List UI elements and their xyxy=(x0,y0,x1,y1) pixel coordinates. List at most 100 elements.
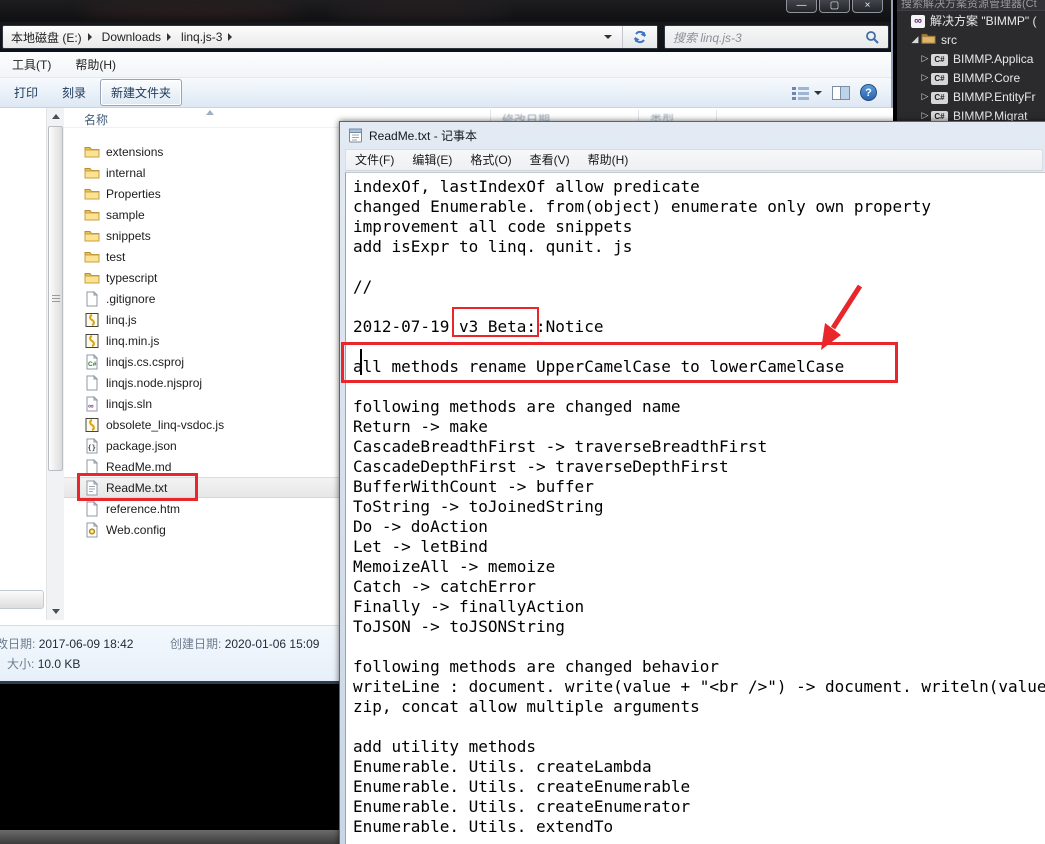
breadcrumb-separator-icon[interactable] xyxy=(87,33,92,41)
preview-pane-button[interactable] xyxy=(832,85,850,100)
folder-icon xyxy=(921,33,936,48)
solution-tree-item[interactable]: ▷ C# BIMMP.Applica xyxy=(897,49,1045,68)
page-icon xyxy=(86,290,99,306)
address-dropdown-icon[interactable] xyxy=(604,35,612,39)
solution-tree-item[interactable]: ▷ C# BIMMP.Core xyxy=(897,68,1045,87)
help-button[interactable]: ? xyxy=(860,84,877,101)
notepad-text-area[interactable]: indexOf, lastIndexOf allow predicate chan… xyxy=(345,172,1045,844)
breadcrumb-separator-icon[interactable] xyxy=(228,33,233,41)
close-button[interactable]: × xyxy=(852,0,883,13)
breadcrumb-segment[interactable]: 本地磁盘 (E:) xyxy=(3,29,88,46)
breadcrumb-segment[interactable]: Downloads xyxy=(94,30,167,44)
scrollbar-thumb[interactable] xyxy=(48,126,63,471)
file-name: linq.min.js xyxy=(106,333,160,348)
collapsed-arrow-icon[interactable]: ▷ xyxy=(919,53,931,64)
textpage-icon xyxy=(86,479,99,495)
solution-item-label: BIMMP.Core xyxy=(953,70,1021,85)
collapsed-arrow-icon[interactable]: ▷ xyxy=(919,110,931,121)
notepad-menu-item[interactable]: 编辑(E) xyxy=(403,149,461,171)
file-name: internal xyxy=(106,165,146,180)
sln-icon: ∞ xyxy=(86,395,99,411)
notepad-line: ToJSON -> toJSONString xyxy=(353,617,565,636)
views-dropdown-icon[interactable] xyxy=(814,90,822,95)
notepad-line: add utility methods xyxy=(353,737,537,756)
folder-icon xyxy=(84,230,100,241)
page-icon xyxy=(86,500,99,516)
notepad-line: Enumerable. Utils. createEnumerable xyxy=(353,777,691,796)
notepad-line: zip, concat allow multiple arguments xyxy=(353,697,700,716)
notepad-line xyxy=(353,717,1045,737)
notepad-line xyxy=(353,337,1045,357)
collapsed-arrow-icon[interactable]: ▷ xyxy=(919,72,931,83)
sort-ascending-icon[interactable] xyxy=(206,110,214,115)
file-name: extensions xyxy=(106,144,164,159)
breadcrumb-segment[interactable]: linq.js-3 xyxy=(173,30,228,44)
solution-tree-item[interactable]: ∞ 解决方案 "BIMMP" ( xyxy=(897,11,1045,30)
notepad-line: BufferWithCount -> buffer xyxy=(353,477,594,496)
navigation-pane xyxy=(0,108,46,625)
solution-item-label: 解决方案 "BIMMP" ( xyxy=(930,14,1037,28)
nav-vertical-scrollbar[interactable] xyxy=(46,108,64,620)
jscript-icon xyxy=(85,312,99,327)
solution-search-box[interactable]: 搜索解决方案资源管理器(Ct xyxy=(897,0,1045,11)
breadcrumb[interactable]: 本地磁盘 (E:) Downloads linq.js-3 xyxy=(2,25,658,49)
notepad-line: following methods are changed behavior xyxy=(353,657,720,676)
breadcrumb-segments: 本地磁盘 (E:) Downloads linq.js-3 xyxy=(3,29,234,46)
solution-tree-item[interactable]: ▷ C# BIMMP.EntityFr xyxy=(897,87,1045,106)
text-caret xyxy=(360,349,362,375)
scroll-down-button[interactable] xyxy=(48,603,64,619)
change-view-button[interactable] xyxy=(792,86,822,100)
burn-button[interactable]: 刻录 xyxy=(52,80,96,105)
notepad-line: improvement all code snippets xyxy=(353,217,633,236)
collapsed-arrow-icon[interactable]: ▷ xyxy=(919,91,931,102)
file-name: linq.js xyxy=(106,312,137,327)
date-created-label: 创建日期: xyxy=(170,637,222,651)
notepad-line: Enumerable. Utils. createLambda xyxy=(353,757,652,776)
address-bar-row: 本地磁盘 (E:) Downloads linq.js-3 搜索 linq.js-3 xyxy=(0,22,891,52)
new-folder-button[interactable]: 新建文件夹 xyxy=(100,79,183,106)
notepad-title: ReadMe.txt - 记事本 xyxy=(369,128,478,143)
minimize-button[interactable]: — xyxy=(786,0,817,13)
explorer-menu-item[interactable]: 工具(T) xyxy=(0,52,63,78)
column-header-name[interactable]: 名称 xyxy=(84,111,108,128)
file-name: reference.htm xyxy=(106,501,181,516)
jscript-icon xyxy=(85,333,99,348)
refresh-button[interactable] xyxy=(623,26,657,48)
solution-item-label: src xyxy=(941,32,957,47)
triangle-up-icon xyxy=(52,113,60,119)
notepad-menubar: 文件(F) 编辑(E) 格式(O) 查看(V) 帮助(H) xyxy=(345,149,1043,171)
breadcrumb-separator-icon[interactable] xyxy=(167,33,172,41)
search-placeholder: 搜索 linq.js-3 xyxy=(673,30,742,45)
notepad-menu-item[interactable]: 帮助(H) xyxy=(579,149,638,171)
notepad-icon xyxy=(349,128,362,142)
print-button[interactable]: 打印 xyxy=(4,80,48,105)
expanded-arrow-icon[interactable]: ◢ xyxy=(909,34,921,45)
csharp-project-icon: C# xyxy=(931,92,948,104)
nav-horizontal-scrollbar-thumb[interactable] xyxy=(0,590,44,609)
notepad-menu-item[interactable]: 查看(V) xyxy=(521,149,579,171)
svg-text:C#: C# xyxy=(88,361,97,368)
explorer-menubar: 工具(T) 帮助(H) xyxy=(0,52,891,78)
csharp-project-icon: C# xyxy=(931,54,948,66)
search-box[interactable]: 搜索 linq.js-3 xyxy=(664,25,889,49)
notepad-line: Do -> doAction xyxy=(353,517,488,536)
solution-tree-item[interactable]: ◢ src xyxy=(897,30,1045,49)
notepad-line: Catch -> catchError xyxy=(353,577,537,596)
notepad-menu-item[interactable]: 文件(F) xyxy=(346,149,403,171)
svg-text:∞: ∞ xyxy=(88,401,94,410)
maximize-button[interactable]: ▢ xyxy=(819,0,850,13)
window-controls: — ▢ × xyxy=(786,0,883,13)
notepad-titlebar[interactable]: ReadMe.txt - 记事本 xyxy=(340,122,1045,148)
titlebar-glass-reflection xyxy=(80,2,300,18)
page-icon xyxy=(86,458,99,474)
date-created-value: 2020-01-06 15:09 xyxy=(224,637,320,651)
explorer-toolbar: 打印 刻录 新建文件夹 ? xyxy=(0,78,891,108)
notepad-line: changed Enumerable. from(object) enumera… xyxy=(353,197,931,216)
scroll-up-button[interactable] xyxy=(48,108,64,124)
explorer-menu-item[interactable]: 帮助(H) xyxy=(63,52,128,78)
search-icon[interactable] xyxy=(865,30,880,45)
notepad-menu-item[interactable]: 格式(O) xyxy=(461,149,520,171)
date-modified-label: 修改日期: xyxy=(0,637,36,651)
folder-icon xyxy=(921,33,936,44)
notepad-line: // xyxy=(353,277,373,296)
